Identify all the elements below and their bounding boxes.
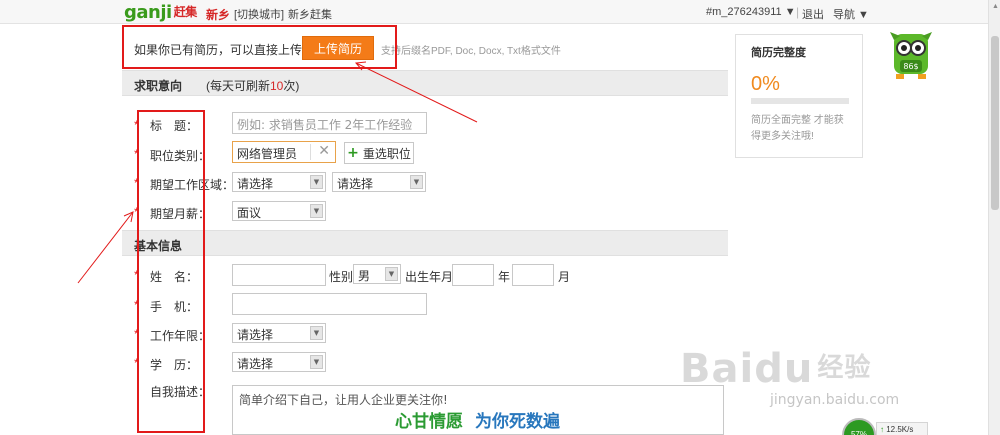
month-label: 月 bbox=[558, 270, 571, 284]
completeness-tip: 简历全面完整 才能获得更多关注哦! bbox=[751, 115, 844, 142]
mascot-badge: 86$ bbox=[903, 62, 918, 71]
annotation-box-upload bbox=[122, 25, 397, 69]
education-select[interactable]: 请选择 ▼ bbox=[232, 352, 326, 372]
chevron-down-icon: ▼ bbox=[310, 175, 323, 189]
annotation-box-labels bbox=[137, 110, 205, 433]
birth-label: 出生年月 bbox=[405, 270, 454, 284]
title-input[interactable]: 例如: 求销售员工作 2年工作经验 bbox=[232, 112, 427, 134]
area-select-2[interactable]: 请选择 ▼ bbox=[332, 172, 426, 192]
basic-info-section-header: 基本信息 bbox=[122, 230, 728, 256]
city-ganji-link[interactable]: 新乡赶集 bbox=[288, 6, 332, 22]
completeness-progress-bar bbox=[751, 98, 849, 104]
clear-category-icon[interactable]: ✕ bbox=[318, 143, 330, 159]
category-divider bbox=[310, 144, 311, 160]
top-bar: ganji 赶集 新乡 [切换城市] 新乡赶集 #m_276243911 ▼ | … bbox=[0, 0, 988, 24]
account-menu[interactable]: #m_276243911 ▼ bbox=[706, 6, 796, 18]
phone-input[interactable] bbox=[232, 293, 427, 315]
section-title: 求职意向 bbox=[134, 79, 183, 93]
area-select-1[interactable]: 请选择 ▼ bbox=[232, 172, 326, 192]
chevron-down-icon: ▼ bbox=[310, 355, 323, 369]
logout-link[interactable]: 退出 bbox=[802, 6, 824, 22]
birth-month-input[interactable] bbox=[512, 264, 554, 286]
category-chosen-field[interactable]: 网络管理员 ✕ bbox=[232, 141, 336, 163]
banner-left: 心甘情愿 bbox=[395, 412, 463, 432]
chevron-down-icon: ▼ bbox=[310, 204, 323, 218]
owl-mascot-icon: 86$ bbox=[890, 32, 932, 79]
refresh-limit-note: (每天可刷新10次) bbox=[206, 79, 300, 93]
reselect-position-button[interactable]: + 重选职位 bbox=[344, 142, 414, 164]
page-scrollbar[interactable]: ▲ bbox=[988, 0, 1000, 435]
completeness-title: 简历完整度 bbox=[751, 47, 806, 59]
year-label: 年 bbox=[498, 270, 511, 284]
chevron-down-icon: ▼ bbox=[385, 267, 398, 281]
plus-icon: + bbox=[347, 145, 359, 161]
experience-select[interactable]: 请选择 ▼ bbox=[232, 323, 326, 343]
salary-select[interactable]: 面议 ▼ bbox=[232, 201, 326, 221]
upload-arrow-icon: ↑ bbox=[880, 425, 884, 434]
birth-year-input[interactable] bbox=[452, 264, 494, 286]
switch-city-link[interactable]: [切换城市] bbox=[234, 6, 284, 22]
net-speed-box: ↑ 12.5K/s bbox=[876, 422, 928, 435]
nav-menu[interactable]: 导航 ▼ bbox=[833, 6, 869, 22]
chevron-down-icon: ▼ bbox=[410, 175, 423, 189]
current-city: 新乡 bbox=[206, 8, 231, 22]
gender-label: 性别 bbox=[329, 270, 354, 284]
gender-select[interactable]: 男 ▼ bbox=[353, 264, 401, 284]
chevron-down-icon: ▼ bbox=[310, 326, 323, 340]
category-value: 网络管理员 bbox=[237, 147, 298, 161]
banner-right: 为你死数遍 bbox=[475, 412, 560, 432]
net-speed-circle[interactable]: 57% bbox=[842, 418, 876, 435]
scroll-up-icon[interactable]: ▲ bbox=[992, 3, 999, 10]
name-input[interactable] bbox=[232, 264, 326, 286]
job-intent-section-header: 求职意向 (每天可刷新10次) bbox=[122, 70, 728, 96]
baidu-watermark: Baidu 经验 bbox=[680, 346, 872, 392]
upload-format-hint: 支持后缀名PDF, Doc, Docx, Txt格式文件 bbox=[381, 46, 561, 57]
watermark-url: jingyan.baidu.com bbox=[770, 392, 900, 408]
overlay-banner: 心甘情愿 为你死数遍 bbox=[395, 407, 560, 432]
completeness-percent: 0% bbox=[751, 73, 780, 95]
ganji-logo[interactable]: ganji 赶集 bbox=[124, 2, 197, 23]
resume-completeness-panel: 简历完整度 0% 简历全面完整 才能获得更多关注哦! bbox=[735, 34, 863, 158]
topbar-separator: | bbox=[796, 5, 800, 19]
scrollbar-thumb[interactable] bbox=[991, 36, 999, 210]
